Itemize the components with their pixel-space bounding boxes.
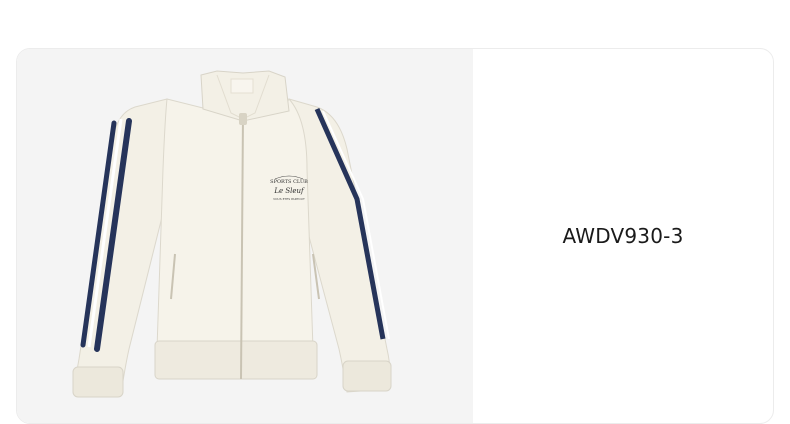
left-cuff xyxy=(72,366,124,398)
product-image[interactable]: SPORTS CLUB Le Sleuf VOUS ETES PARTOUT xyxy=(17,49,473,423)
product-code: AWDV930-3 xyxy=(562,224,684,248)
svg-text:SPORTS CLUB: SPORTS CLUB xyxy=(270,179,308,185)
zipper-pull xyxy=(239,113,247,125)
svg-text:Le Sleuf: Le Sleuf xyxy=(273,187,305,195)
right-cuff xyxy=(342,360,392,392)
hem-band xyxy=(154,340,318,380)
product-info: AWDV930-3 xyxy=(473,49,773,423)
chest-logo: SPORTS CLUB Le Sleuf VOUS ETES PARTOUT xyxy=(270,175,308,201)
jacket-body xyxy=(156,98,314,350)
svg-text:VOUS ETES PARTOUT: VOUS ETES PARTOUT xyxy=(273,197,305,201)
neck-label xyxy=(230,78,254,94)
product-card[interactable]: SPORTS CLUB Le Sleuf VOUS ETES PARTOUT A… xyxy=(16,48,774,424)
jacket-illustration: SPORTS CLUB Le Sleuf VOUS ETES PARTOUT xyxy=(72,70,392,398)
